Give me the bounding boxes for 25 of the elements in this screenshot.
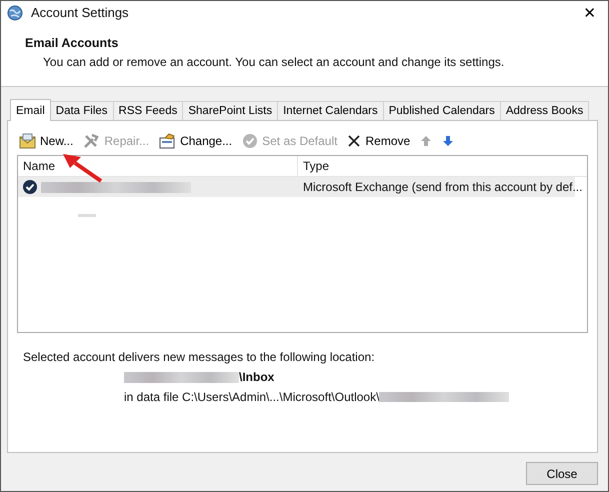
pointer-arrow	[61, 151, 105, 185]
inbox-folder: \Inbox	[239, 370, 274, 384]
section-description: You can add or remove an account. You can select an account and change its settings.	[43, 54, 506, 69]
down-arrow-icon	[442, 135, 454, 147]
close-button[interactable]: ✕	[577, 4, 602, 22]
envelope-icon	[19, 133, 36, 149]
toolbar-button[interactable]: Change...	[157, 133, 234, 149]
globe-icon	[7, 4, 23, 21]
tab[interactable]: Email	[10, 99, 51, 121]
tools-icon	[83, 133, 100, 149]
close-button[interactable]: Close	[526, 462, 598, 485]
redacted-mark	[78, 214, 96, 217]
location-caption: Selected account delivers new messages to the following location:	[23, 350, 376, 364]
window-title: Account Settings	[31, 5, 130, 20]
x-icon	[347, 134, 362, 148]
data-file-path: in data file C:\Users\Admin\...\Microsoft\Outlook\	[124, 390, 380, 404]
tab[interactable]: Address Books	[500, 101, 590, 120]
up-arrow-icon	[420, 135, 432, 147]
table-cell-text: Microsoft Exchange (send from this account by def...	[302, 179, 584, 196]
column-header[interactable]: Type	[298, 156, 587, 176]
toolbar-button[interactable]: Remove	[345, 134, 412, 148]
toolbar-button[interactable]: New...	[17, 133, 76, 149]
check-circle-icon	[242, 133, 258, 149]
folder-icon	[159, 133, 176, 149]
section-title: Email Accounts	[25, 36, 120, 50]
